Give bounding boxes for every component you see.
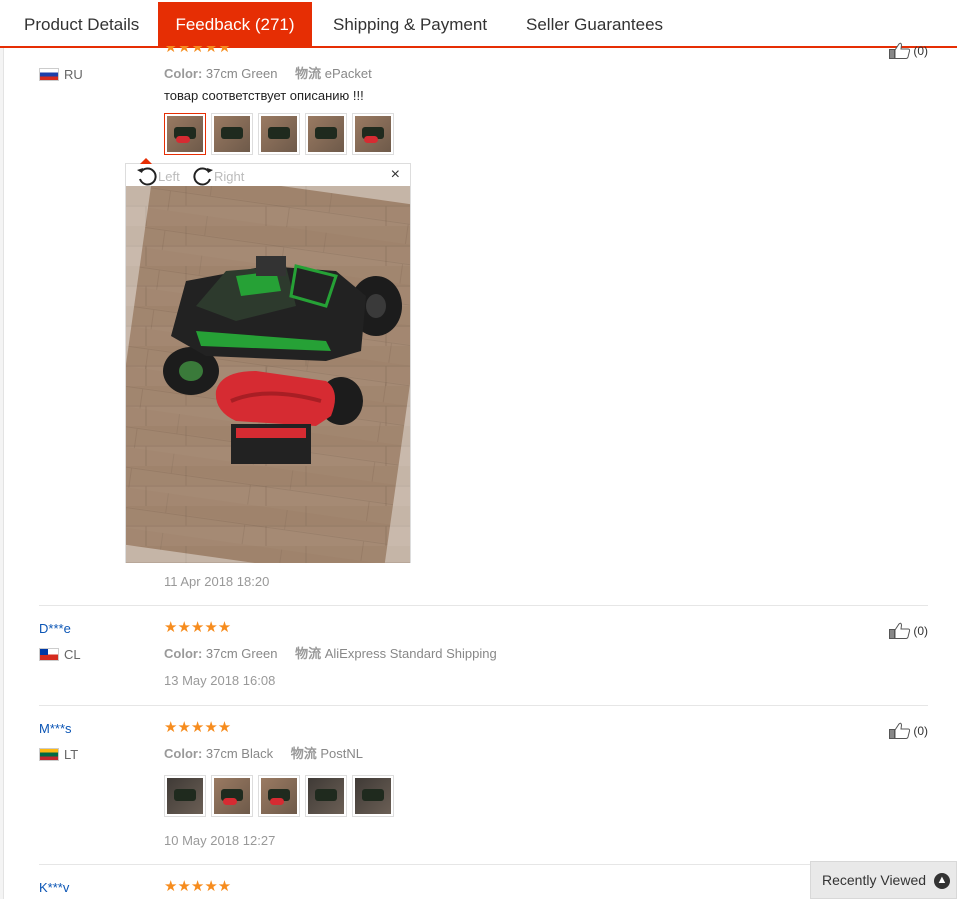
chevron-up-icon: ▲: [934, 873, 950, 889]
photo-thumbnail[interactable]: [305, 113, 347, 155]
country-code: RU: [64, 67, 83, 82]
rotate-left-icon: [137, 167, 157, 186]
photo-thumbnail[interactable]: [164, 775, 206, 817]
tab-feedback[interactable]: Feedback (271): [158, 2, 312, 47]
review-date: 13 May 2018 16:08: [164, 673, 276, 688]
review-divider: [39, 705, 928, 706]
thumbs-up-icon: [889, 42, 911, 59]
recently-viewed-label: Recently Viewed: [822, 872, 927, 888]
order-info: Color: 37cm Black 物流 PostNL: [164, 743, 363, 762]
order-info: Color: 37cm Green 物流 AliExpress Standard…: [164, 643, 497, 662]
flag-lt-icon: [39, 748, 59, 761]
shipping-value: PostNL: [320, 746, 364, 761]
color-value: 37cm Black: [205, 746, 274, 761]
review-divider: [39, 864, 928, 865]
color-value: 37cm Green: [205, 646, 278, 661]
review-date: 11 Apr 2018 18:20: [164, 574, 270, 589]
order-info: Color: 37cm Green 物流 ePacket: [164, 63, 372, 82]
rotate-right-label: Right: [214, 168, 245, 184]
reviewer-name[interactable]: K***v: [39, 880, 69, 895]
helpful-count: (0): [913, 723, 928, 738]
recently-viewed-button[interactable]: Recently Viewed ▲: [810, 861, 957, 899]
photo-thumbnail[interactable]: [211, 113, 253, 155]
star-rating: ★★★★★: [164, 719, 232, 736]
review-date: 10 May 2018 12:27: [164, 833, 276, 848]
product-tabs: Product Details Feedback (271) Shipping …: [0, 0, 957, 48]
rotate-left-label: Left: [158, 168, 180, 184]
shipping-value: AliExpress Standard Shipping: [324, 646, 497, 661]
star-rating: ★★★★★: [164, 878, 232, 895]
reviewer-country: CL: [39, 647, 81, 662]
reviewer-name[interactable]: M***s: [39, 721, 72, 736]
reviewer-country: RU: [39, 67, 83, 82]
color-label: Color:: [164, 646, 203, 661]
flag-ru-icon: [39, 68, 59, 81]
photo-thumbnail[interactable]: [164, 113, 206, 155]
close-viewer-button[interactable]: ×: [391, 166, 400, 184]
helpful-button[interactable]: (0): [889, 722, 928, 739]
helpful-count: (0): [913, 623, 928, 638]
review-text: товар соответствует описанию !!!: [164, 88, 364, 103]
tab-shipping-payment[interactable]: Shipping & Payment: [313, 2, 507, 47]
reviewer-country: LT: [39, 747, 78, 762]
thumbs-up-icon: [889, 722, 911, 739]
tab-product-details[interactable]: Product Details: [4, 2, 159, 47]
reviewer-name[interactable]: D***e: [39, 621, 71, 636]
rotate-right-icon: [193, 167, 213, 186]
helpful-button[interactable]: (0): [889, 622, 928, 639]
page-left-border: [0, 0, 4, 899]
country-code: LT: [64, 747, 79, 762]
helpful-count: (0): [913, 43, 928, 58]
photo-thumbnail[interactable]: [352, 775, 394, 817]
rotate-right-button[interactable]: Right: [192, 166, 244, 186]
shipping-label: 物流: [290, 746, 317, 761]
review-divider: [39, 605, 928, 606]
color-label: Color:: [164, 66, 203, 81]
review-photos: [164, 775, 399, 817]
country-code: CL: [64, 647, 81, 662]
helpful-button[interactable]: (0): [889, 42, 928, 59]
review-photos: [164, 113, 399, 155]
color-value: 37cm Green: [205, 66, 278, 81]
photo-thumbnail[interactable]: [258, 775, 300, 817]
star-rating: ★★★★★: [164, 619, 232, 636]
photo-thumbnail[interactable]: [211, 775, 253, 817]
photo-thumbnail[interactable]: [305, 775, 347, 817]
photo-viewer: Left Right ×: [125, 158, 411, 563]
tab-seller-guarantees[interactable]: Seller Guarantees: [506, 2, 683, 47]
thumbs-up-icon: [889, 622, 911, 639]
review-photo-large: [126, 186, 410, 563]
photo-thumbnail[interactable]: [352, 113, 394, 155]
flag-cl-icon: [39, 648, 59, 661]
rotate-left-button[interactable]: Left: [136, 166, 180, 186]
shipping-label: 物流: [295, 66, 322, 81]
color-label: Color:: [164, 746, 203, 761]
photo-thumbnail[interactable]: [258, 113, 300, 155]
viewer-toolbar: Left Right ×: [126, 164, 410, 186]
shipping-label: 物流: [295, 646, 322, 661]
shipping-value: ePacket: [324, 66, 372, 81]
